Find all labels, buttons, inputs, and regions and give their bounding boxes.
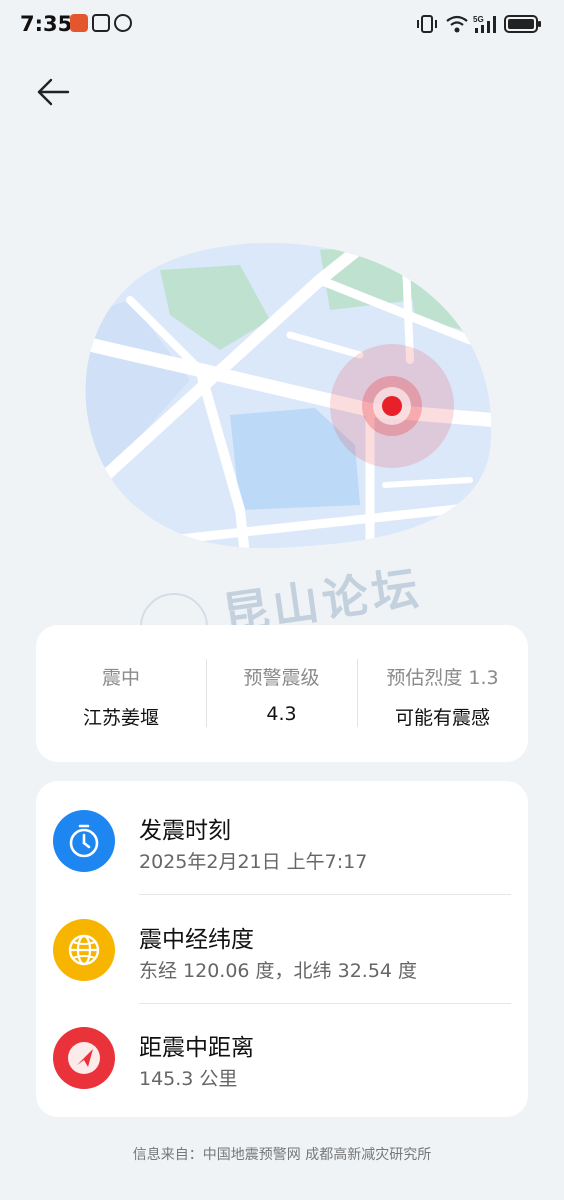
alarm-icon: [114, 14, 132, 32]
back-button[interactable]: [30, 70, 74, 114]
epicenter-marker: [382, 396, 402, 416]
detail-value: 2025年2月21日 上午7:17: [139, 851, 368, 873]
magnitude-label: 预警震级: [243, 667, 320, 689]
magnitude-value: 4.3: [266, 703, 297, 725]
battery-icon: [504, 15, 541, 33]
svg-text:5G: 5G: [473, 15, 484, 24]
quake-details-card: 发震时刻 2025年2月21日 上午7:17 震中经纬度 东经 120.06 度…: [36, 781, 528, 1117]
detail-value: 145.3 公里: [139, 1068, 238, 1090]
epicenter-map: [85, 242, 492, 549]
clock-icon: [53, 810, 115, 872]
vibrate-icon: [417, 15, 437, 33]
detail-title: 距震中距离: [139, 1035, 254, 1061]
signal-5g-icon: 5G: [473, 15, 496, 33]
source-footer: 信息来自：中国地震预警网 成都高新减灾研究所: [132, 1147, 432, 1163]
epicenter-value: 江苏姜堰: [82, 707, 159, 729]
detail-row-coordinates: 震中经纬度 东经 120.06 度，北纬 32.54 度: [36, 890, 528, 1000]
nfc-icon: [92, 14, 110, 32]
intensity-value: 可能有震感: [394, 707, 490, 729]
globe-icon: [53, 919, 115, 981]
intensity-label: 预估烈度 1.3: [386, 667, 499, 689]
detail-row-distance: 距震中距离 145.3 公里: [36, 998, 528, 1108]
status-time: 7:35: [20, 12, 73, 36]
magnitude-column: 预警震级 4.3: [206, 625, 357, 762]
intensity-column: 预估烈度 1.3 可能有震感: [357, 625, 528, 762]
detail-row-time: 发震时刻 2025年2月21日 上午7:17: [36, 781, 528, 891]
quake-summary-card: 震中 江苏姜堰 预警震级 4.3 预估烈度 1.3 可能有震感: [36, 625, 528, 762]
detail-value: 东经 120.06 度，北纬 32.54 度: [139, 960, 418, 982]
detail-title: 震中经纬度: [139, 927, 254, 953]
arrow-left-icon: [37, 78, 70, 106]
epicenter-column: 震中 江苏姜堰: [36, 625, 206, 762]
detail-title: 发震时刻: [139, 818, 231, 844]
navigation-icon: [53, 1027, 115, 1089]
epicenter-label: 震中: [101, 667, 140, 689]
wifi-icon: [446, 15, 468, 33]
shield-app-icon: [70, 14, 88, 32]
status-bar: 7:35 5G: [0, 0, 564, 48]
